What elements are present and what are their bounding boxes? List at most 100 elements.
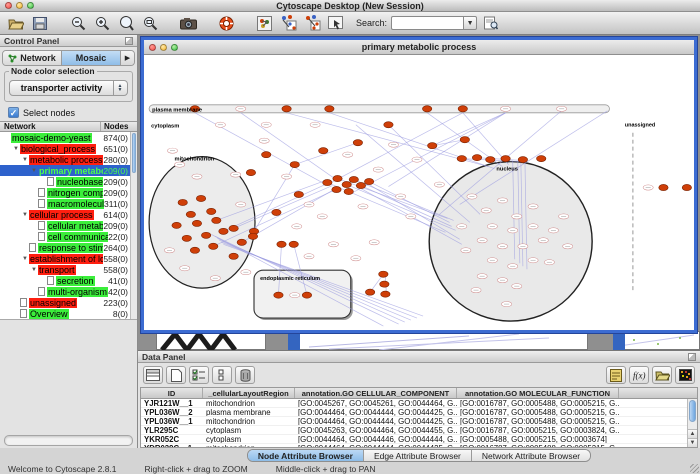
graph-node-selected[interactable]: [209, 243, 218, 249]
graph-node-selected[interactable]: [274, 292, 283, 298]
node-color-dropdown[interactable]: transporter activity ▲▼: [9, 80, 128, 96]
graph-node-selected[interactable]: [282, 106, 291, 112]
graph-node-selected[interactable]: [365, 289, 374, 295]
tree-item[interactable]: response to stimulu264(0): [0, 242, 137, 253]
graph-node-selected[interactable]: [201, 232, 210, 238]
save-session-icon[interactable]: [30, 14, 50, 32]
notes-icon[interactable]: [606, 366, 626, 384]
graph-node-selected[interactable]: [537, 156, 546, 162]
zoom-out-icon[interactable]: [68, 14, 88, 32]
table-row[interactable]: YPL036W__2plasma membrane[GO:0044464, GO…: [141, 408, 697, 417]
graph-node-selected[interactable]: [229, 253, 238, 259]
expander-icon[interactable]: ▼: [12, 146, 20, 152]
expander-icon[interactable]: ▼: [21, 157, 29, 163]
graph-node-selected[interactable]: [319, 148, 328, 154]
select-nodes-checkbox[interactable]: ✓: [8, 107, 19, 118]
expander-icon[interactable]: ▼: [30, 168, 38, 174]
graph-node-selected[interactable]: [342, 181, 351, 187]
graph-node-selected[interactable]: [212, 217, 221, 223]
graph-node-selected[interactable]: [192, 220, 201, 226]
column-header[interactable]: _cellularLayoutRegion: [203, 388, 295, 398]
graph-node-selected[interactable]: [381, 291, 390, 297]
table-row[interactable]: YLR295Ccytoplasm[GO:0045263, GO:0044464,…: [141, 426, 697, 435]
graph-node-selected[interactable]: [458, 106, 467, 112]
tree-item[interactable]: unassigned223(0): [0, 297, 137, 308]
graph-node-selected[interactable]: [428, 143, 437, 149]
new-attribute-icon[interactable]: [166, 366, 186, 384]
background-window[interactable]: [613, 331, 700, 350]
attribute-table-header[interactable]: ID_cellularLayoutRegionannotation.GO CEL…: [141, 388, 697, 399]
expander-icon[interactable]: ▼: [21, 256, 29, 262]
tree-item[interactable]: nitrogen compou209(0): [0, 187, 137, 198]
graph-edge[interactable]: [241, 113, 338, 181]
tab-network-attribute-browser[interactable]: Network Attribute Browser: [472, 450, 590, 461]
graph-node-selected[interactable]: [207, 208, 216, 214]
expander-icon[interactable]: ▼: [21, 212, 29, 218]
search-config-icon[interactable]: [481, 14, 501, 32]
tree-header-nodes[interactable]: Nodes: [101, 122, 137, 131]
tree-header[interactable]: Network Nodes: [0, 121, 137, 132]
tree-scrollbar[interactable]: [130, 132, 137, 319]
background-window[interactable]: [288, 331, 588, 350]
select-attributes-icon[interactable]: [189, 366, 209, 384]
graph-node-selected[interactable]: [219, 228, 228, 234]
graph-node-selected[interactable]: [364, 178, 373, 184]
zoom-in-icon[interactable]: [92, 14, 112, 32]
scroll-up-icon[interactable]: ▲: [688, 429, 697, 438]
tree-item[interactable]: mosaic-demo-yeast874(0): [0, 132, 137, 143]
tree-item[interactable]: multi-organism pro42(0): [0, 286, 137, 297]
graph-node-selected[interactable]: [333, 175, 342, 181]
zoom-selected-icon[interactable]: [116, 14, 136, 32]
graph-node-selected[interactable]: [682, 184, 691, 190]
tree-item[interactable]: ▼biological_process651(0): [0, 143, 137, 154]
expander-icon[interactable]: ▼: [30, 267, 38, 273]
tree-item[interactable]: nucleobase-c209(0): [0, 176, 137, 187]
background-window[interactable]: [156, 331, 266, 350]
float-data-panel-icon[interactable]: [688, 353, 696, 361]
resize-grip[interactable]: [690, 464, 699, 473]
app-titlebar[interactable]: Cytoscape Desktop (New Session): [0, 0, 700, 12]
graph-node-selected[interactable]: [277, 241, 286, 247]
zoom-fit-icon[interactable]: [140, 14, 160, 32]
tree-item[interactable]: cellular metabol209(0): [0, 220, 137, 231]
graph-node-selected[interactable]: [349, 176, 358, 182]
graph-node-selected[interactable]: [272, 209, 281, 215]
graph-node-selected[interactable]: [384, 122, 393, 128]
matrix-icon[interactable]: [675, 366, 695, 384]
graph-node-selected[interactable]: [229, 225, 238, 231]
tree-item[interactable]: secretion41(0): [0, 275, 137, 286]
more-tabs-button[interactable]: ▶: [121, 51, 134, 65]
delete-attribute-icon[interactable]: [235, 366, 255, 384]
graph-node-selected[interactable]: [182, 235, 191, 241]
table-row[interactable]: YKR052Ccytoplasm[GO:0044464, GO:0044446,…: [141, 435, 697, 444]
tab-node-attribute-browser[interactable]: Node Attribute Browser: [248, 450, 364, 461]
tree-item[interactable]: ▼transport558(0): [0, 264, 137, 275]
table-row[interactable]: YJR121W__1mitochondrion[GO:0045267, GO:0…: [141, 399, 697, 408]
graph-node-selected[interactable]: [172, 222, 181, 228]
graph-node-selected[interactable]: [332, 186, 341, 192]
tab-network[interactable]: Network: [3, 51, 62, 65]
graph-node-selected[interactable]: [457, 156, 466, 162]
open-session-icon[interactable]: [6, 14, 26, 32]
network-view-window[interactable]: primary metabolic process plasma membran…: [141, 37, 697, 333]
function-builder-icon[interactable]: f(x): [629, 366, 649, 384]
tab-edge-attribute-browser[interactable]: Edge Attribute Browser: [364, 450, 472, 461]
graph-node-selected[interactable]: [460, 137, 469, 143]
apply-layout-icon[interactable]: [278, 14, 298, 32]
tree-header-network[interactable]: Network: [0, 122, 101, 131]
column-header[interactable]: annotation.GO MOLECULAR_FUNCTION: [457, 388, 619, 398]
unselect-attributes-icon[interactable]: [212, 366, 232, 384]
scroll-down-icon[interactable]: ▼: [688, 438, 697, 447]
graph-node-selected[interactable]: [325, 106, 334, 112]
graph-node-selected[interactable]: [659, 184, 668, 190]
graph-node-selected[interactable]: [518, 157, 527, 163]
graph-node-selected[interactable]: [501, 156, 510, 162]
graph-node-selected[interactable]: [323, 179, 332, 185]
graph-node-selected[interactable]: [472, 155, 481, 161]
graph-edge[interactable]: [327, 113, 462, 185]
graph-node-selected[interactable]: [302, 292, 311, 298]
graph-node-selected[interactable]: [289, 241, 298, 247]
search-input[interactable]: [391, 16, 463, 30]
tree-item[interactable]: cell communicati22(0): [0, 231, 137, 242]
tab-mosaic[interactable]: Mosaic: [62, 51, 121, 65]
